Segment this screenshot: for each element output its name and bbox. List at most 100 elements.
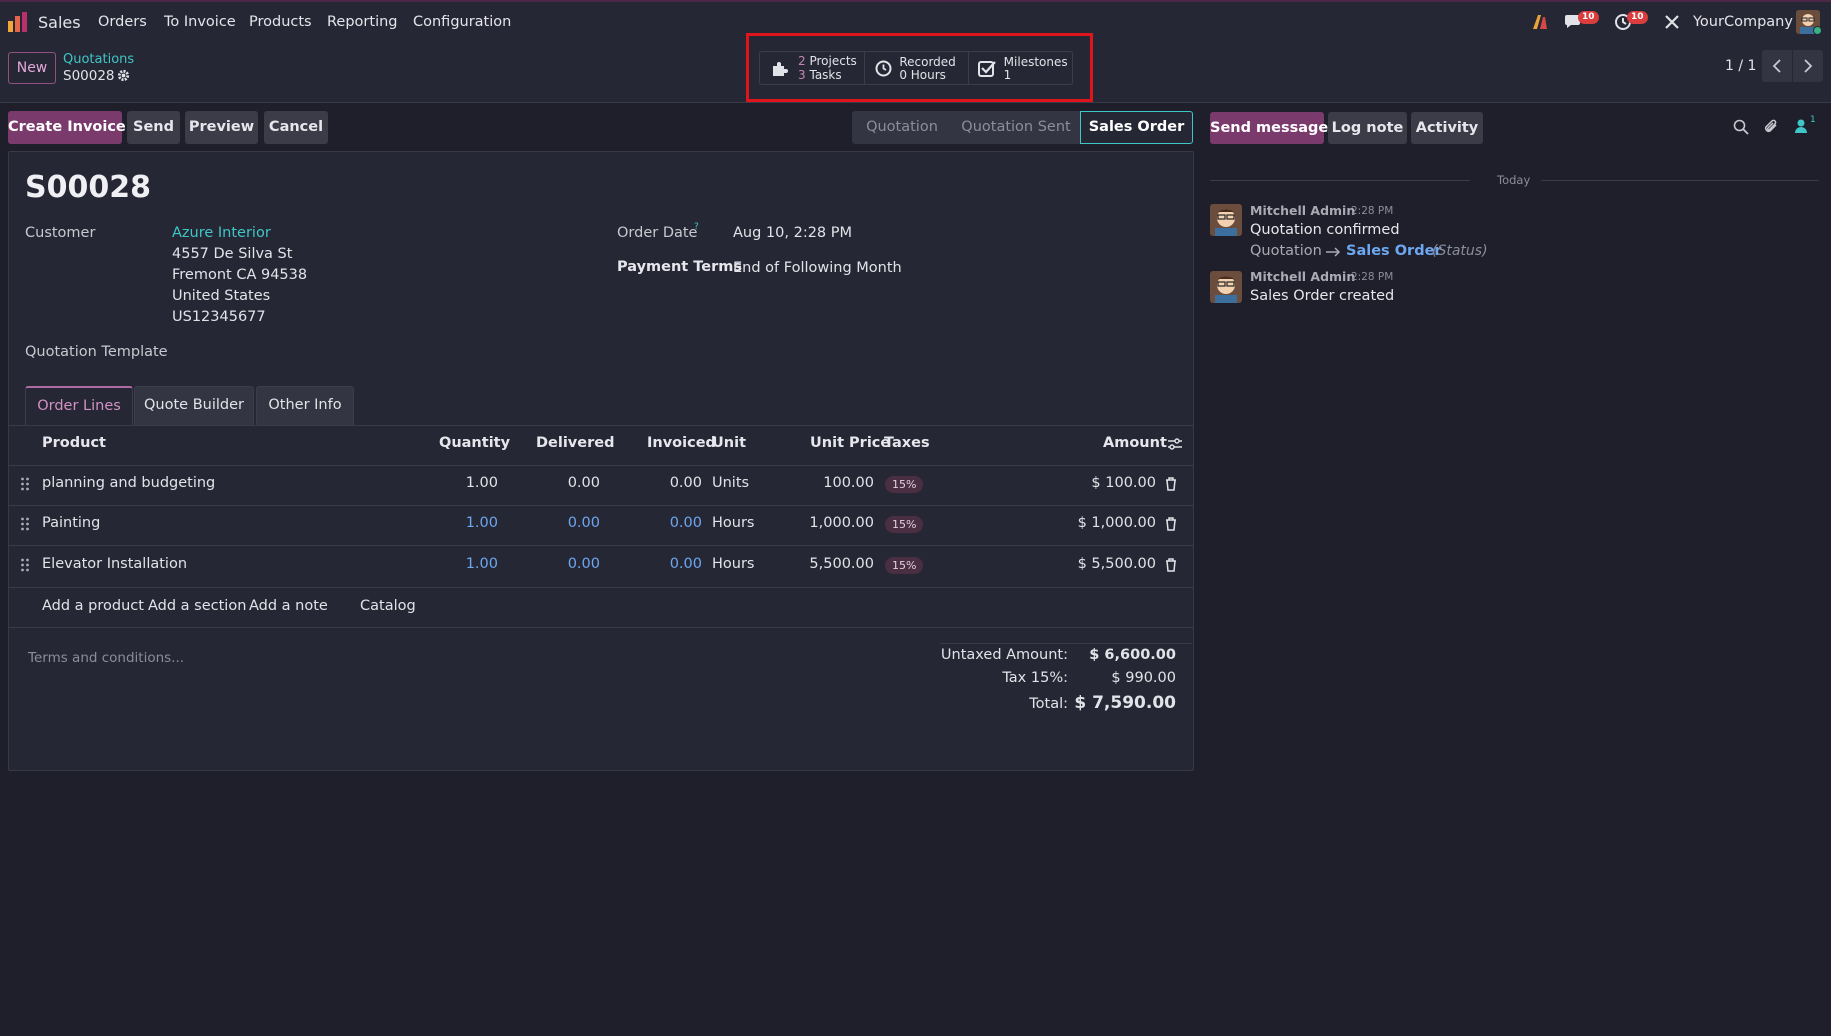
trash-icon[interactable] xyxy=(1165,517,1177,531)
ai-icon[interactable] xyxy=(1531,13,1549,31)
avatar[interactable] xyxy=(1210,204,1242,236)
paperclip-icon[interactable] xyxy=(1763,118,1779,135)
online-status-icon xyxy=(1813,26,1822,35)
untaxed-amount-value: $ 6,600.00 xyxy=(1089,647,1176,663)
column-header-delivered[interactable]: Delivered xyxy=(536,435,614,451)
send-button[interactable]: Send xyxy=(127,111,180,144)
row-divider xyxy=(9,587,1193,588)
optional-columns-icon[interactable] xyxy=(1167,437,1183,451)
followers-count: 1 xyxy=(1810,115,1816,125)
message-author[interactable]: Mitchell Admin xyxy=(1250,269,1355,284)
line-unit[interactable]: Units xyxy=(712,475,749,491)
add-section-link[interactable]: Add a section xyxy=(148,598,246,614)
line-product[interactable]: planning and budgeting xyxy=(42,475,215,491)
line-tax-badge[interactable]: 15% xyxy=(885,557,924,574)
order-date-label: Order Date xyxy=(617,225,698,241)
menu-products[interactable]: Products xyxy=(249,14,312,30)
tab-quote-builder[interactable]: Quote Builder xyxy=(134,386,254,425)
customer-name-link[interactable]: Azure Interior xyxy=(172,225,271,241)
company-name[interactable]: YourCompany xyxy=(1693,14,1793,30)
status-quotation-sent[interactable]: Quotation Sent xyxy=(952,111,1080,144)
menu-to-invoice[interactable]: To Invoice xyxy=(164,14,236,30)
message-body: Quotation confirmed xyxy=(1250,222,1400,238)
line-quantity[interactable]: 1.00 xyxy=(420,556,498,572)
tab-other-info[interactable]: Other Info xyxy=(256,386,354,425)
log-note-button[interactable]: Log note xyxy=(1328,112,1407,144)
tax-value: $ 990.00 xyxy=(1111,670,1176,686)
app-name[interactable]: Sales xyxy=(38,13,81,32)
line-quantity[interactable]: 1.00 xyxy=(420,515,498,531)
column-header-product[interactable]: Product xyxy=(42,435,106,451)
pager-next-button[interactable] xyxy=(1793,50,1823,82)
breadcrumb-quotations[interactable]: Quotations xyxy=(63,52,134,67)
tracking-new-value: Sales Order xyxy=(1346,243,1442,259)
pager-previous-button[interactable] xyxy=(1762,50,1792,82)
column-header-invoiced[interactable]: Invoiced xyxy=(647,435,716,451)
row-divider xyxy=(9,627,1193,628)
tracking-field-name: (Status) xyxy=(1432,243,1488,259)
line-quantity[interactable]: 1.00 xyxy=(420,475,498,491)
followers-icon[interactable] xyxy=(1794,118,1808,134)
create-invoice-button[interactable]: Create Invoice xyxy=(8,111,126,144)
pager-value[interactable]: 1 / 1 xyxy=(1725,58,1756,74)
address-line: United States xyxy=(172,288,271,304)
menu-orders[interactable]: Orders xyxy=(98,14,147,30)
status-sales-order[interactable]: Sales Order xyxy=(1080,111,1193,144)
quotation-template-label: Quotation Template xyxy=(25,344,168,360)
line-invoiced: 0.00 xyxy=(669,515,702,531)
new-button[interactable]: New xyxy=(8,52,56,84)
vat-number: US12345677 xyxy=(172,309,266,325)
line-tax-badge[interactable]: 15% xyxy=(885,476,924,493)
activity-button[interactable]: Activity xyxy=(1411,112,1483,144)
breadcrumb-record-name: S00028 xyxy=(63,68,115,84)
column-header-taxes[interactable]: Taxes xyxy=(884,435,930,451)
tools-icon[interactable] xyxy=(1663,13,1681,31)
drag-handle-icon[interactable] xyxy=(20,477,30,491)
line-unit-price[interactable]: 100.00 xyxy=(780,475,874,491)
column-header-quantity[interactable]: Quantity xyxy=(439,435,510,451)
trash-icon[interactable] xyxy=(1165,558,1177,572)
tab-order-lines[interactable]: Order Lines xyxy=(25,386,133,425)
order-date-value[interactable]: Aug 10, 2:28 PM xyxy=(733,225,852,241)
message-author[interactable]: Mitchell Admin xyxy=(1250,203,1355,218)
line-amount: $ 5,500.00 xyxy=(1077,556,1156,572)
preview-button[interactable]: Preview xyxy=(185,111,258,144)
line-unit-price[interactable]: 1,000.00 xyxy=(780,515,874,531)
column-header-unit[interactable]: Unit xyxy=(712,435,746,451)
column-header-unit-price[interactable]: Unit Price xyxy=(810,435,890,451)
column-header-amount[interactable]: Amount xyxy=(1103,435,1167,451)
payment-terms-label: Payment Terms xyxy=(617,259,742,275)
drag-handle-icon[interactable] xyxy=(20,558,30,572)
activity-badge: 10 xyxy=(1627,11,1648,24)
menu-reporting[interactable]: Reporting xyxy=(327,14,398,30)
send-message-button[interactable]: Send message xyxy=(1210,112,1328,144)
line-unit[interactable]: Hours xyxy=(712,556,754,572)
line-unit-price[interactable]: 5,500.00 xyxy=(780,556,874,572)
address-line: 4557 De Silva St xyxy=(172,246,293,262)
header-divider xyxy=(9,465,1193,466)
gear-icon[interactable] xyxy=(117,69,130,82)
cancel-button[interactable]: Cancel xyxy=(264,111,328,144)
line-tax-badge[interactable]: 15% xyxy=(885,516,924,533)
catalog-link[interactable]: Catalog xyxy=(360,598,416,614)
menu-configuration[interactable]: Configuration xyxy=(413,14,511,30)
arrow-right-icon xyxy=(1325,245,1341,259)
drag-handle-icon[interactable] xyxy=(20,517,30,531)
trash-icon[interactable] xyxy=(1165,477,1177,491)
line-product[interactable]: Painting xyxy=(42,515,100,531)
line-invoiced: 0.00 xyxy=(669,475,702,491)
line-unit[interactable]: Hours xyxy=(712,515,754,531)
add-product-link[interactable]: Add a product xyxy=(42,598,144,614)
tax-label: Tax 15%: xyxy=(1002,670,1068,686)
terms-and-conditions-input[interactable]: Terms and conditions... xyxy=(28,650,184,666)
line-amount: $ 1,000.00 xyxy=(1077,515,1156,531)
help-tooltip-icon[interactable]: ? xyxy=(694,222,699,232)
avatar[interactable] xyxy=(1210,271,1242,303)
status-quotation[interactable]: Quotation xyxy=(852,111,952,144)
row-divider xyxy=(9,505,1193,506)
search-icon[interactable] xyxy=(1733,119,1749,135)
line-product[interactable]: Elevator Installation xyxy=(42,556,187,572)
add-note-link[interactable]: Add a note xyxy=(249,598,328,614)
payment-terms-value[interactable]: End of Following Month xyxy=(733,260,902,276)
sales-app-icon[interactable] xyxy=(7,11,29,33)
